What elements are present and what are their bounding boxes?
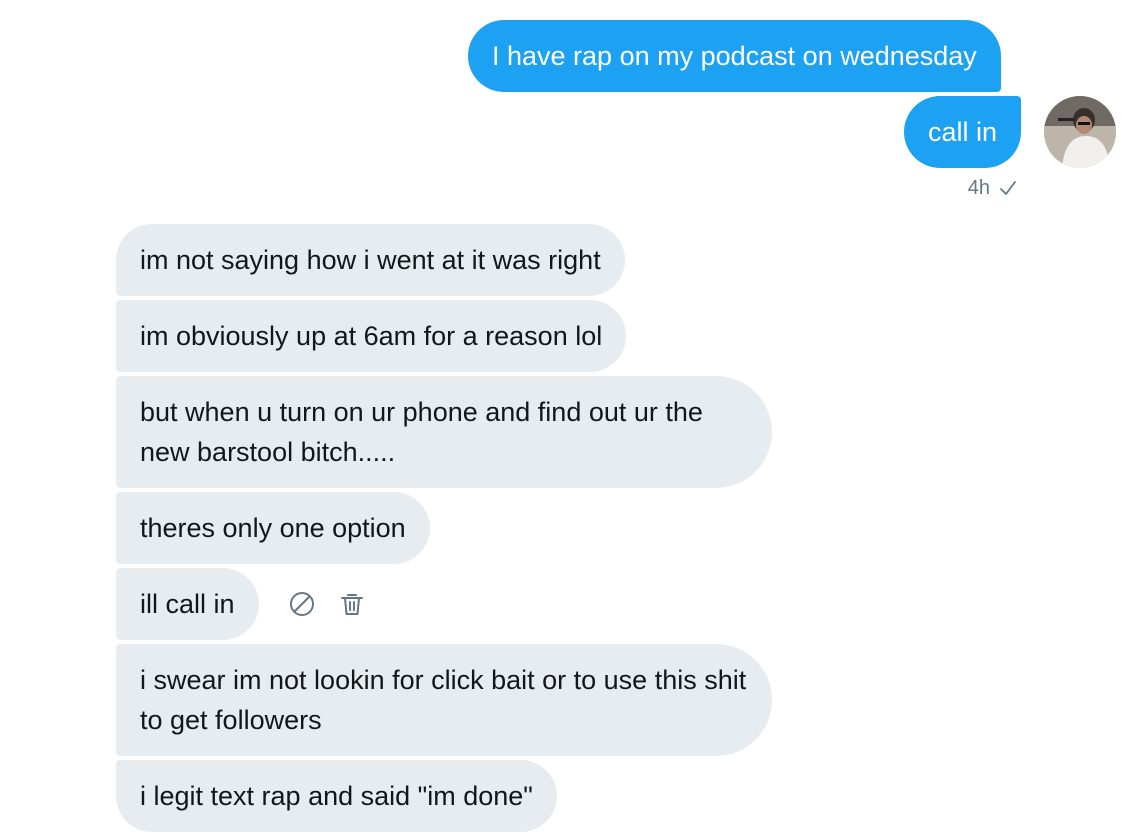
incoming-message[interactable]: im not saying how i went at it was right [116,224,625,296]
incoming-message[interactable]: im obviously up at 6am for a reason lol [116,300,627,372]
outgoing-message[interactable]: I have rap on my podcast on wednesday [468,20,1001,92]
check-icon [1000,181,1016,195]
incoming-message[interactable]: but when u turn on ur phone and find out… [116,376,772,488]
avatar-image [1044,96,1116,168]
message-text: I have rap on my podcast on wednesday [492,41,977,71]
message-time: 4h [967,177,990,199]
message-text: ill call in [140,589,235,619]
incoming-message[interactable]: ill call in [116,568,259,640]
message-text: theres only one option [140,513,406,543]
message-text: but when u turn on ur phone and find out… [140,397,703,467]
message-text: im obviously up at 6am for a reason lol [140,321,603,351]
message-actions [288,590,366,618]
incoming-message[interactable]: theres only one option [116,492,430,564]
dm-conversation: I have rap on my podcast on wednesday ca… [0,0,1140,834]
message-text: im not saying how i went at it was right [140,245,601,275]
avatar[interactable] [1044,96,1116,168]
message-text: i legit text rap and said "im done" [140,781,533,811]
outgoing-message[interactable]: call in [904,96,1022,168]
message-status: 4h [968,176,1018,200]
delete-icon[interactable] [338,590,366,618]
message-text: i swear im not lookin for click bait or … [140,665,747,735]
message-text: call in [928,117,998,147]
report-icon[interactable] [288,590,316,618]
incoming-message[interactable]: i legit text rap and said "im done" [116,760,557,832]
incoming-message[interactable]: i swear im not lookin for click bait or … [116,644,772,756]
